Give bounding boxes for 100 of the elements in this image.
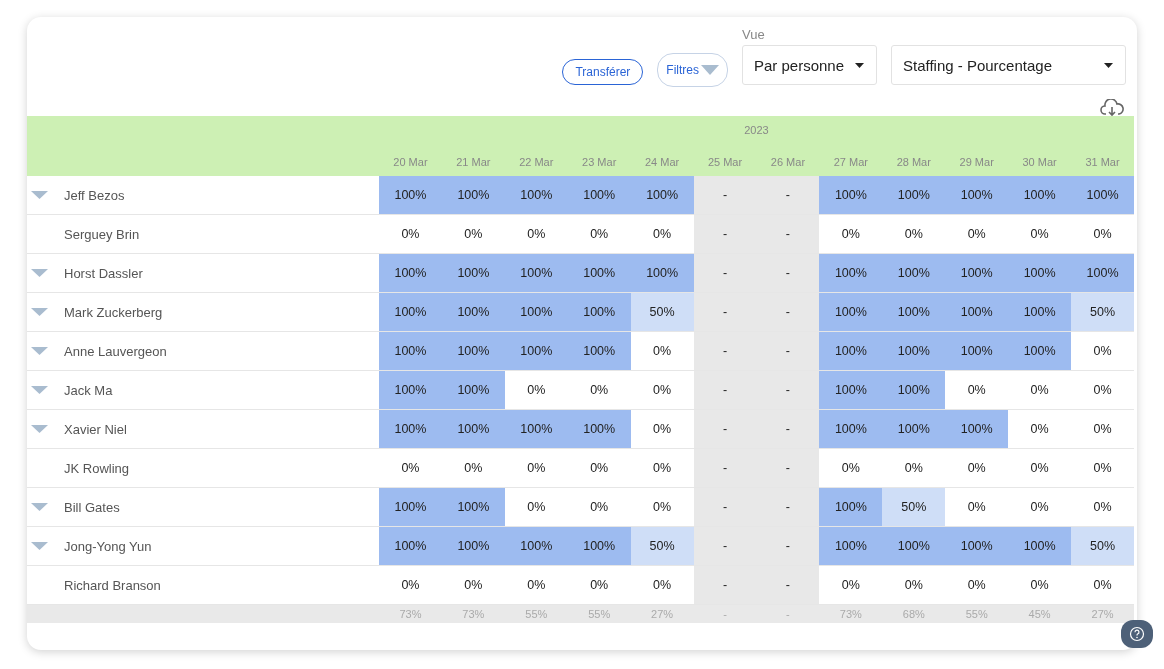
allocation-cell: 100% — [630, 254, 694, 293]
date-header: 23 Mar — [581, 156, 618, 170]
expand-toggle-icon[interactable] — [31, 542, 48, 550]
allocation-cell: 50% — [630, 293, 694, 332]
allocation-cell: 100% — [1071, 176, 1134, 215]
allocation-cell: 100% — [1008, 332, 1072, 371]
total-cell: 27% — [630, 605, 694, 623]
date-header: 31 Mar — [1084, 156, 1121, 170]
allocation-cell: 100% — [882, 332, 946, 371]
allocation-cell: 100% — [504, 332, 568, 371]
allocation-cell: 50% — [1071, 527, 1134, 566]
allocation-cell: 100% — [441, 293, 505, 332]
allocation-cell: 100% — [882, 176, 946, 215]
expand-toggle-icon[interactable] — [31, 347, 48, 355]
allocation-cell: 100% — [379, 371, 442, 410]
allocation-cell: 50% — [630, 527, 694, 566]
date-header: 25 Mar — [706, 156, 744, 170]
allocation-cell: 100% — [567, 410, 631, 449]
allocation-cell: 100% — [504, 176, 568, 215]
allocation-cell: - — [756, 449, 820, 488]
caret-icon — [1104, 62, 1113, 68]
allocation-cell: 100% — [882, 410, 946, 449]
allocation-cell: 100% — [379, 176, 442, 215]
person-name: Horst Dassler — [64, 265, 143, 281]
person-name: Richard Branson — [64, 577, 161, 593]
date-header: 24 Mar — [644, 156, 681, 170]
allocation-cell: 100% — [819, 176, 883, 215]
person-name: Bill Gates — [64, 499, 120, 515]
allocation-cell: - — [756, 293, 820, 332]
allocation-cell: 100% — [441, 488, 505, 527]
metric-dropdown[interactable]: Staffing - Pourcentage — [891, 45, 1126, 85]
allocation-cell: 100% — [441, 176, 505, 215]
allocation-cell: - — [756, 488, 820, 527]
help-button[interactable] — [1121, 620, 1153, 648]
allocation-cell: 100% — [441, 527, 505, 566]
allocation-cell: - — [693, 293, 757, 332]
view-dropdown[interactable]: Par personne — [742, 45, 877, 85]
person-name: Xavier Niel — [64, 421, 127, 437]
allocation-cell: 100% — [945, 176, 1009, 215]
total-cell: 73% — [441, 605, 505, 623]
allocation-cell: - — [693, 410, 757, 449]
allocation-cell: - — [693, 254, 757, 293]
expand-toggle-icon[interactable] — [31, 269, 48, 277]
person-name: Anne Lauvergeon — [64, 343, 167, 359]
person-name: Serguey Brin — [64, 226, 140, 242]
allocation-cell: 100% — [567, 293, 631, 332]
person-name: JK Rowling — [64, 460, 130, 476]
person-name: Jack Ma — [64, 382, 113, 398]
total-cell: 68% — [882, 605, 946, 623]
person-name: Mark Zuckerberg — [64, 304, 163, 320]
allocation-cell: 100% — [379, 332, 442, 371]
allocation-cell: 100% — [567, 254, 631, 293]
allocation-cell: 100% — [504, 254, 568, 293]
total-cell: 55% — [945, 605, 1009, 623]
allocation-cell: 100% — [1008, 527, 1072, 566]
allocation-cell: - — [693, 371, 757, 410]
allocation-cell: 100% — [1008, 254, 1072, 293]
expand-toggle-icon[interactable] — [31, 425, 48, 433]
expand-toggle-icon[interactable] — [31, 503, 48, 511]
allocation-cell: 100% — [441, 332, 505, 371]
allocation-cell: 100% — [379, 410, 442, 449]
allocation-cell: 100% — [945, 254, 1009, 293]
allocation-cell: - — [693, 215, 757, 254]
allocation-cell: 100% — [1008, 176, 1072, 215]
view-label: Vue — [742, 27, 766, 42]
date-header: 28 Mar — [895, 156, 932, 170]
allocation-cell: 100% — [504, 410, 568, 449]
transfer-button[interactable]: Transférer — [562, 59, 644, 85]
date-header: 21 Mar — [455, 156, 492, 170]
allocation-cell: 100% — [567, 332, 631, 371]
total-cell: 55% — [567, 605, 631, 623]
date-header: 20 Mar — [392, 156, 429, 170]
allocation-cell: 100% — [567, 527, 631, 566]
date-header: 22 Mar — [518, 156, 555, 170]
allocation-cell: 100% — [945, 527, 1009, 566]
allocation-cell: 100% — [441, 371, 505, 410]
allocation-cell: 100% — [1008, 293, 1072, 332]
filters-button[interactable]: Filtres — [657, 53, 728, 87]
allocation-cell: - — [756, 332, 820, 371]
allocation-cell: - — [756, 371, 820, 410]
year-label: 2023 — [744, 123, 769, 138]
total-cell: - — [756, 605, 820, 623]
allocation-cell: 100% — [819, 527, 883, 566]
allocation-cell: - — [756, 254, 820, 293]
allocation-cell: - — [693, 449, 757, 488]
allocation-cell: 100% — [819, 293, 883, 332]
expand-toggle-icon[interactable] — [31, 191, 48, 199]
allocation-cell: 100% — [379, 527, 442, 566]
allocation-cell: - — [756, 566, 820, 605]
allocation-cell: 50% — [1071, 293, 1134, 332]
expand-toggle-icon[interactable] — [31, 386, 48, 394]
allocation-cell: 100% — [1071, 254, 1134, 293]
allocation-cell: 100% — [819, 254, 883, 293]
allocation-cell: 100% — [379, 488, 442, 527]
expand-toggle-icon[interactable] — [31, 308, 48, 316]
date-header: 30 Mar — [1021, 156, 1058, 170]
allocation-cell: 100% — [945, 293, 1009, 332]
date-header: 29 Mar — [958, 156, 995, 170]
allocation-cell: 100% — [819, 371, 883, 410]
cloud-download-icon[interactable] — [1100, 99, 1124, 117]
